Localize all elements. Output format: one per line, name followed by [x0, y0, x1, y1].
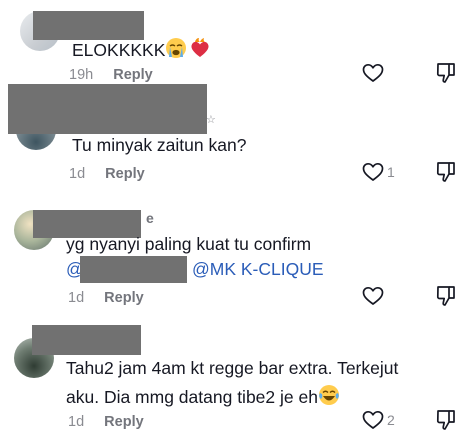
timestamp: 1d [68, 414, 85, 430]
thumbs-down-icon [436, 410, 455, 430]
dislike-button[interactable] [436, 285, 456, 312]
comment-text: ELOKKKKK [72, 37, 211, 63]
heart-outline-icon [362, 286, 384, 305]
comment-4: Tahu2 jam 4am kt regge bar extra. Terkej… [0, 318, 474, 433]
like-count: 2 [387, 412, 395, 428]
like-count: 1 [387, 164, 395, 180]
comment-meta: 1d Reply [68, 290, 144, 306]
username-fragment: e [146, 210, 154, 226]
username-redacted [8, 84, 207, 134]
comment-meta: 1d Reply [68, 414, 144, 430]
comment-text-line-1: Tahu2 jam 4am kt regge bar extra. Terkej… [66, 358, 399, 378]
reply-button[interactable]: Reply [104, 290, 144, 306]
timestamp: 1d [69, 166, 86, 182]
like-button[interactable] [362, 286, 384, 306]
dislike-button[interactable] [436, 161, 456, 188]
star-icon: ☆ [206, 114, 216, 126]
comment-meta: 1d Reply [69, 166, 145, 182]
reply-button[interactable]: Reply [105, 166, 145, 182]
heart-on-fire-icon [191, 38, 209, 57]
comment-text-line-2: aku. Dia mmg datang tibe2 je eh [66, 384, 340, 410]
comment-text: Tu minyak zaitun kan? [72, 135, 247, 155]
comment-1: ELOKKKKK 19h Reply [0, 0, 474, 90]
thumbs-down-icon [436, 286, 455, 306]
mention-redacted [80, 256, 187, 283]
comment-text: yg nyanyi paling kuat tu confirm [66, 234, 312, 254]
username-redacted [32, 325, 141, 355]
like-button[interactable]: 1 [362, 162, 395, 182]
tears-of-joy-icon [318, 385, 339, 405]
username-redacted [33, 11, 144, 40]
thumbs-down-icon [436, 162, 455, 182]
dislike-button[interactable] [436, 409, 456, 436]
comment-3: e yg nyanyi paling kuat tu confirm @ @MK… [0, 200, 474, 315]
heart-outline-icon [362, 410, 384, 429]
heart-outline-icon [362, 162, 384, 181]
loudly-crying-face-icon [166, 38, 187, 58]
timestamp: 1d [68, 290, 85, 306]
mention-link[interactable]: @MK K-CLIQUE [192, 257, 324, 282]
like-button[interactable]: 2 [362, 410, 395, 430]
comment-2: ☆ Tu minyak zaitun kan? 1d Reply 1 [0, 80, 474, 190]
reply-button[interactable]: Reply [104, 414, 144, 430]
